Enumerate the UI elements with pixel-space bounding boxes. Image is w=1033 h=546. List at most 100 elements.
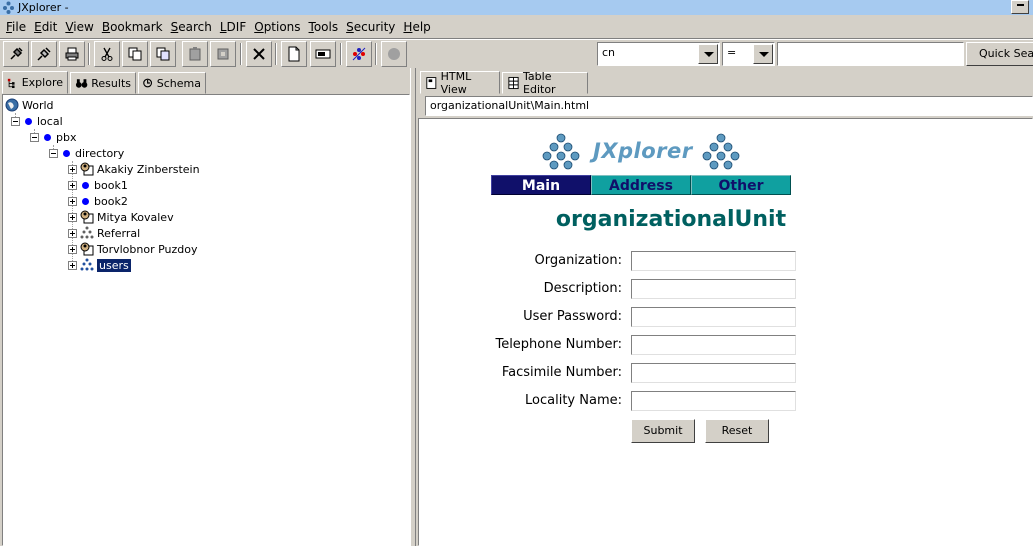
- html-view-content: JXplorer Main Address Other organization…: [418, 118, 1033, 546]
- menu-help[interactable]: Help: [399, 17, 434, 37]
- user-password-input[interactable]: [631, 307, 796, 327]
- tab-explore[interactable]: Explore: [2, 71, 68, 94]
- tree-node-referral[interactable]: Referral: [68, 225, 140, 241]
- org-unit-icon: [80, 258, 94, 271]
- print-button[interactable]: [59, 41, 85, 67]
- delete-x-icon: [253, 48, 265, 60]
- menu-view[interactable]: View: [61, 17, 97, 37]
- nav-address-link[interactable]: Address: [591, 175, 691, 195]
- logo-tree-icon-right: [702, 133, 740, 170]
- locality-name-input[interactable]: [631, 391, 796, 411]
- collapse-icon[interactable]: [11, 116, 20, 126]
- description-input[interactable]: [631, 279, 796, 299]
- expand-icon[interactable]: [68, 260, 77, 270]
- form-row-telephone: Telephone Number:: [419, 335, 1033, 355]
- expand-icon[interactable]: [68, 196, 77, 206]
- binoculars-icon: [75, 79, 88, 88]
- new-entry-button[interactable]: [281, 41, 307, 67]
- html-page-icon: [426, 76, 437, 89]
- paste-icon: [189, 47, 201, 61]
- reset-button[interactable]: Reset: [705, 419, 769, 443]
- copy-dn-button[interactable]: [150, 41, 176, 67]
- submit-button[interactable]: Submit: [631, 419, 695, 443]
- tab-schema[interactable]: Schema: [138, 72, 206, 94]
- bullet-icon: [82, 181, 89, 189]
- tab-table-editor[interactable]: Table Editor: [502, 70, 588, 96]
- new-document-icon: [288, 46, 300, 62]
- person-card-icon: [80, 242, 94, 256]
- tree-node-local[interactable]: local: [11, 113, 63, 129]
- collapse-icon[interactable]: [49, 148, 58, 158]
- tree-node-users[interactable]: users: [68, 257, 131, 273]
- tree-node-book[interactable]: book1: [68, 177, 128, 193]
- expand-icon[interactable]: [68, 180, 77, 190]
- tab-results[interactable]: Results: [70, 72, 136, 94]
- split-pane-divider[interactable]: [410, 68, 416, 546]
- tree-node-directory[interactable]: directory: [49, 145, 124, 161]
- paste-alias-button[interactable]: [210, 41, 236, 67]
- operator-combo[interactable]: =: [722, 42, 775, 66]
- menu-file[interactable]: File: [2, 17, 30, 37]
- tree-node-book[interactable]: book2: [68, 193, 128, 209]
- rename-button[interactable]: [310, 41, 336, 67]
- paste-button[interactable]: [182, 41, 208, 67]
- attribute-combo[interactable]: cn: [597, 42, 720, 66]
- menu-edit[interactable]: Edit: [30, 17, 61, 37]
- html-view-url-field[interactable]: organizationalUnit\Main.html: [425, 96, 1033, 116]
- menu-security[interactable]: Security: [342, 17, 399, 37]
- quick-search-button[interactable]: Quick Search: [966, 42, 1033, 66]
- tree-node-person[interactable]: Torvlobnor Puzdoy: [68, 241, 198, 257]
- menu-options[interactable]: Options: [250, 17, 304, 37]
- expand-icon[interactable]: [68, 228, 77, 238]
- stop-circle-icon: [388, 48, 400, 60]
- toolbar: cn = Quick Search: [0, 40, 1033, 68]
- menu-bookmark[interactable]: Bookmark: [98, 17, 167, 37]
- expand-icon[interactable]: [68, 164, 77, 174]
- menu-ldif[interactable]: LDIF: [216, 17, 250, 37]
- form-row-user-password: User Password:: [419, 307, 1033, 327]
- quick-search-input[interactable]: [777, 42, 964, 66]
- disconnect-button[interactable]: [31, 41, 57, 67]
- tree-node-pbx[interactable]: pbx: [30, 129, 76, 145]
- chevron-down-icon[interactable]: [698, 44, 718, 64]
- form-row-facsimile: Facsimile Number:: [419, 363, 1033, 383]
- plug-icon: [10, 47, 23, 60]
- menu-tools[interactable]: Tools: [305, 17, 343, 37]
- menu-search[interactable]: Search: [167, 17, 216, 37]
- form-row-locality: Locality Name:: [419, 391, 1033, 411]
- tree-node-person[interactable]: Akakiy Zinberstein: [68, 161, 200, 177]
- expand-icon[interactable]: [68, 212, 77, 222]
- copy-icon: [128, 47, 142, 61]
- bullet-icon: [82, 197, 89, 205]
- cut-button[interactable]: [94, 41, 120, 67]
- organization-input[interactable]: [631, 251, 796, 271]
- paste-alias-icon: [217, 48, 229, 60]
- title-bar: JXplorer -: [0, 0, 1033, 15]
- scissors-icon: [101, 47, 113, 61]
- nav-main-link[interactable]: Main: [491, 175, 591, 195]
- person-card-icon: [80, 162, 94, 176]
- toolbar-separator: [275, 43, 277, 65]
- minimize-button[interactable]: [1011, 0, 1029, 14]
- schema-icon: [143, 78, 153, 88]
- copy-button[interactable]: [122, 41, 148, 67]
- toolbar-separator: [240, 43, 242, 65]
- copy-dn-icon: [156, 47, 170, 61]
- menu-bar: File Edit View Bookmark Search LDIF Opti…: [0, 16, 1033, 38]
- collapse-icon[interactable]: [30, 132, 39, 142]
- telephone-number-input[interactable]: [631, 335, 796, 355]
- chevron-down-icon[interactable]: [753, 44, 773, 64]
- facsimile-number-input[interactable]: [631, 363, 796, 383]
- tree-node-person[interactable]: Mitya Kovalev: [68, 209, 174, 225]
- tab-html-view[interactable]: HTML View: [420, 70, 500, 96]
- printer-icon: [65, 47, 79, 61]
- object-class-heading: organizationalUnit: [555, 207, 787, 232]
- connect-button[interactable]: [3, 41, 29, 67]
- refresh-button[interactable]: [346, 41, 372, 67]
- delete-button[interactable]: [246, 41, 272, 67]
- nav-other-link[interactable]: Other: [691, 175, 791, 195]
- tree-node-world[interactable]: World: [5, 97, 54, 113]
- explore-tree[interactable]: World local pbx directory Akakiy Zinbers…: [2, 94, 410, 546]
- stop-button[interactable]: [381, 41, 407, 67]
- expand-icon[interactable]: [68, 244, 77, 254]
